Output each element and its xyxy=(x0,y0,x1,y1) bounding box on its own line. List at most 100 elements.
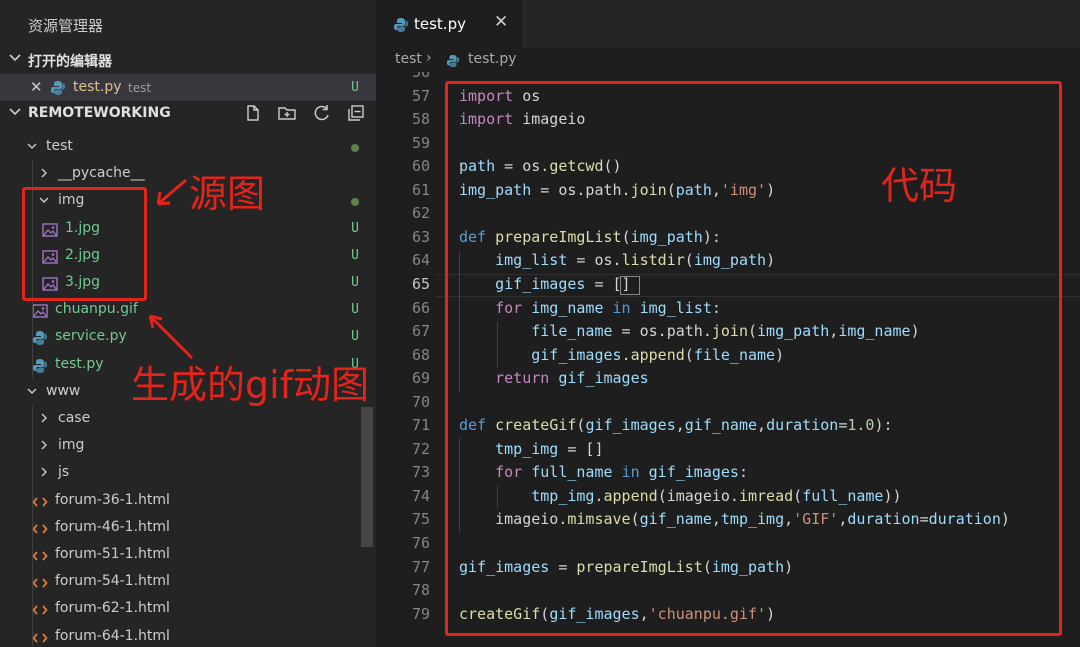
chevron-right-icon xyxy=(41,467,47,477)
open-editors-label: 打开的编辑器 xyxy=(28,54,112,70)
untracked-badge: U xyxy=(351,247,359,263)
sidebar-scrollbar[interactable] xyxy=(361,407,373,547)
html-file-icon xyxy=(32,605,48,615)
chevron-down-icon xyxy=(9,54,21,62)
tree-file[interactable]: forum-36-1.html xyxy=(0,487,376,514)
line-number: 74 xyxy=(411,486,430,505)
new-folder-icon[interactable] xyxy=(277,103,297,123)
html-file-icon xyxy=(32,633,48,643)
line-number: 78 xyxy=(411,581,430,600)
line-number: 59 xyxy=(411,133,430,152)
line-number: 60 xyxy=(411,157,430,176)
untracked-badge: U xyxy=(351,220,359,236)
arrow-icon xyxy=(156,178,187,206)
tree-folder[interactable]: img xyxy=(0,432,376,459)
line-number: 69 xyxy=(411,369,430,388)
tree-label: forum-51-1.html xyxy=(55,546,170,562)
html-file-icon xyxy=(32,551,48,561)
tree-file[interactable]: forum-62-1.html xyxy=(0,595,376,622)
python-file-icon xyxy=(446,54,460,68)
line-number: 63 xyxy=(411,227,430,246)
close-tab-icon[interactable]: ✕ xyxy=(494,12,508,32)
tree-folder[interactable]: case xyxy=(0,405,376,432)
line-number: 64 xyxy=(411,251,430,270)
tab-bar: test.py ✕ xyxy=(376,0,1080,48)
chevron-down-icon xyxy=(27,388,37,394)
tree-file[interactable]: forum-51-1.html xyxy=(0,541,376,568)
tree-label: test.py xyxy=(55,355,104,372)
line-number: 79 xyxy=(411,604,430,623)
workspace-label: REMOTEWORKING xyxy=(28,105,171,121)
new-file-icon[interactable] xyxy=(243,103,263,123)
chevron-right-icon xyxy=(41,413,47,423)
python-file-icon xyxy=(394,18,408,32)
untracked-badge: U xyxy=(351,329,359,345)
tree-label: img xyxy=(58,437,85,454)
open-editor-filename: test.py xyxy=(73,79,122,95)
explorer-title: 资源管理器 xyxy=(28,17,104,35)
html-file-icon xyxy=(32,578,48,588)
line-number: 71 xyxy=(411,416,430,435)
tree-label: test xyxy=(46,138,73,154)
indent-guide xyxy=(32,406,33,647)
python-file-icon xyxy=(33,331,47,346)
line-number: 68 xyxy=(411,345,430,364)
line-number: 61 xyxy=(411,180,430,199)
chevron-right-icon xyxy=(41,440,47,450)
chevron-right-icon: › xyxy=(426,50,432,66)
tree-label: chuanpu.gif xyxy=(55,301,138,318)
python-file-icon xyxy=(33,358,47,373)
tree-label: forum-62-1.html xyxy=(55,600,170,617)
line-number: 56 xyxy=(411,72,430,81)
tree-label: js xyxy=(58,464,70,481)
chevron-down-icon xyxy=(9,108,21,116)
tree-label: case xyxy=(58,410,91,426)
tree-file[interactable]: forum-64-1.html xyxy=(0,623,376,647)
breadcrumb-folder[interactable]: test xyxy=(395,51,422,67)
refresh-icon[interactable] xyxy=(312,103,332,123)
line-number: 77 xyxy=(411,557,430,576)
tree-label: __pycache__ xyxy=(58,165,145,182)
tree-label: forum-54-1.html xyxy=(55,573,170,590)
code-label: 代码 xyxy=(881,164,958,208)
untracked-badge: U xyxy=(351,302,359,318)
breadcrumb: test › test.py xyxy=(376,48,1080,72)
modified-dot xyxy=(351,198,359,207)
source-images-label: 源图 xyxy=(189,172,266,216)
tree-folder[interactable]: js xyxy=(0,459,376,486)
modified-dot xyxy=(351,144,359,152)
generated-gif-label: 生成的gif动图 xyxy=(131,363,370,407)
close-icon[interactable]: ✕ xyxy=(30,78,43,96)
tree-file[interactable]: forum-46-1.html xyxy=(0,514,376,541)
html-file-icon xyxy=(32,524,48,534)
line-number: 57 xyxy=(411,86,430,105)
tree-file[interactable]: forum-54-1.html xyxy=(0,568,376,595)
line-number: 66 xyxy=(411,298,430,317)
python-file-icon xyxy=(51,81,65,95)
untracked-badge: U xyxy=(351,275,359,290)
tree-folder[interactable]: test xyxy=(0,133,376,160)
tree-label: forum-46-1.html xyxy=(55,518,170,535)
line-number: 65 xyxy=(411,274,430,293)
line-number: 67 xyxy=(411,322,430,341)
chevron-right-icon xyxy=(41,168,47,178)
line-number: 75 xyxy=(411,510,430,529)
tree-label: forum-36-1.html xyxy=(55,491,170,508)
tree-label: forum-64-1.html xyxy=(55,627,170,644)
tree-label: service.py xyxy=(55,328,127,345)
tab-test-py[interactable]: test.py ✕ xyxy=(376,0,522,48)
tree-label: www xyxy=(46,382,81,399)
line-number: 76 xyxy=(411,534,430,552)
line-number: 62 xyxy=(411,204,430,223)
line-number: 70 xyxy=(411,392,430,411)
collapse-all-icon[interactable] xyxy=(346,103,366,123)
line-number: 72 xyxy=(411,439,430,458)
untracked-badge: U xyxy=(351,80,359,95)
open-editor-item[interactable]: ✕ test.py test U xyxy=(0,74,376,101)
breadcrumb-file[interactable]: test.py xyxy=(468,51,517,67)
open-editors-header[interactable]: 打开的编辑器 xyxy=(0,47,376,74)
html-file-icon xyxy=(32,497,48,507)
chevron-down-icon xyxy=(27,143,37,149)
open-editor-dir: test xyxy=(128,81,152,95)
line-number: 73 xyxy=(411,463,430,482)
